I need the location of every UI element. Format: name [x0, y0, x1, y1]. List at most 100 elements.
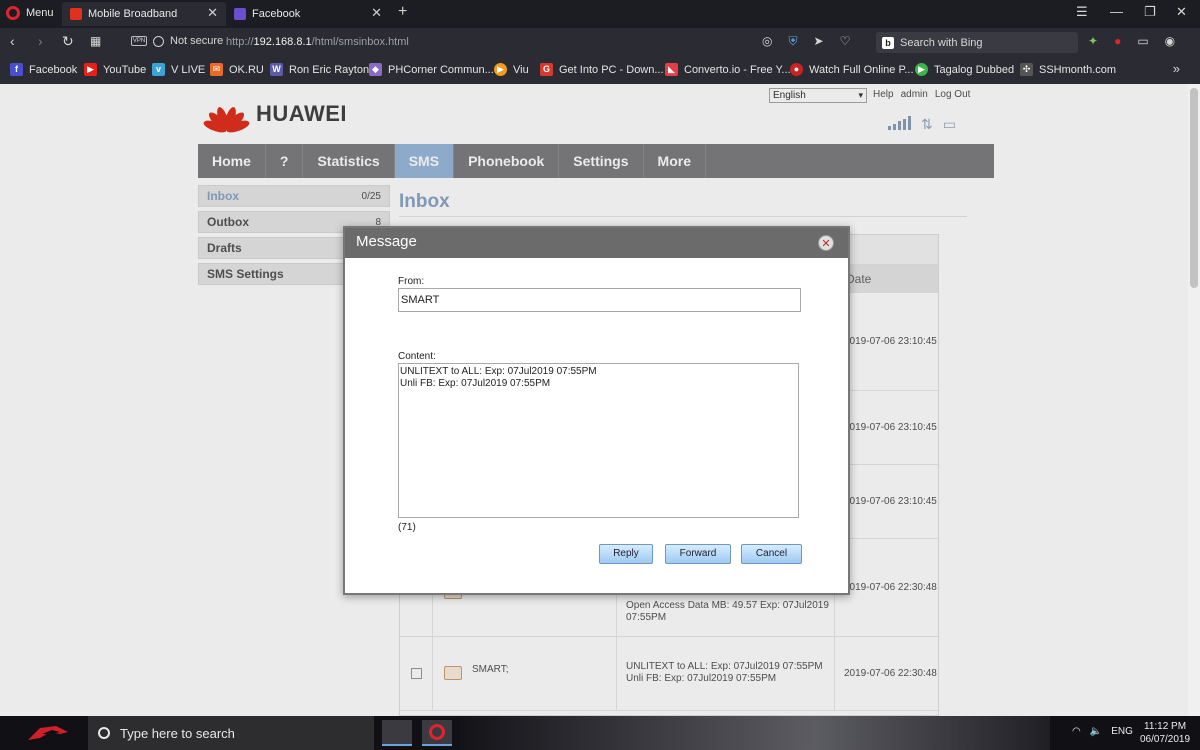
- forward-button[interactable]: Forward: [665, 544, 731, 564]
- bookmark-vlive[interactable]: v V LIVE: [152, 63, 205, 76]
- maximize-icon[interactable]: ❐: [1144, 4, 1156, 20]
- reload-icon[interactable]: ↻: [62, 33, 74, 50]
- close-icon[interactable]: ✕: [818, 235, 834, 251]
- bookmark-label: Facebook: [29, 63, 78, 76]
- taskbar-search-placeholder: Type here to search: [120, 725, 235, 741]
- from-label: From:: [398, 276, 425, 287]
- bookmark-sshmonth[interactable]: ✣ SSHmonth.com: [1020, 63, 1116, 76]
- bookmark-label: Ron Eric Rayton: [289, 63, 370, 76]
- security-indicator[interactable]: VPN Not secure: [131, 35, 223, 47]
- adblock-icon[interactable]: ⛨: [788, 34, 797, 49]
- bookmark-tagalog-dubbed[interactable]: ▶ Tagalog Dubbed: [915, 63, 1014, 76]
- bookmark-label: SSHmonth.com: [1039, 63, 1117, 76]
- file-app-icon[interactable]: [382, 720, 412, 746]
- bing-icon: b: [882, 36, 894, 49]
- bookmark-label: Get Into PC - Down...: [559, 63, 664, 76]
- extension-icon[interactable]: ✦: [1088, 34, 1098, 48]
- more-bookmarks-icon[interactable]: »: [1173, 61, 1180, 76]
- url-path: /html/smsinbox.html: [311, 36, 409, 48]
- bookmark-label: OK.RU: [229, 63, 264, 76]
- browser-tab-bar: Menu Mobile Broadband ✕ Facebook ✕ + ☰ —…: [0, 0, 1200, 28]
- web-page: HUAWEI English ▾ Help admin Log Out ⇅ ▭ …: [0, 84, 1200, 716]
- phcorner-icon: ◆: [369, 63, 382, 76]
- youtube-icon: ▶: [84, 63, 97, 76]
- bookmark-getintopc[interactable]: G Get Into PC - Down...: [540, 63, 664, 76]
- bookmarks-bar: f Facebook ▶ YouTube v V LIVE ✉ OK.RU W Ron E…: [0, 56, 1200, 84]
- globe-icon: [153, 35, 164, 47]
- easy-setup-icon[interactable]: ☰: [1076, 4, 1088, 20]
- wifi-icon[interactable]: ◠: [1072, 726, 1081, 737]
- tab-mobile-broadband[interactable]: Mobile Broadband ✕: [62, 2, 226, 26]
- vlive-icon: v: [152, 63, 165, 76]
- bookmark-converto[interactable]: ◣ Converto.io - Free Y...: [665, 63, 791, 76]
- bookmark-label: Viu: [513, 63, 529, 76]
- bookmark-facebook[interactable]: f Facebook: [10, 63, 77, 76]
- bookmark-heart-icon[interactable]: ♡: [840, 34, 851, 49]
- search-box[interactable]: b Search with Bing: [876, 32, 1078, 53]
- bookmark-label: Tagalog Dubbed: [934, 63, 1015, 76]
- scrollbar-thumb[interactable]: [1190, 88, 1198, 288]
- back-icon[interactable]: ‹: [10, 33, 15, 49]
- address-bar: ‹ › ↻ ▦ VPN Not secure http://192.168.8.…: [0, 28, 1200, 56]
- close-tab-icon[interactable]: ✕: [371, 5, 382, 21]
- converto-icon: ◣: [665, 63, 678, 76]
- ron-icon: W: [270, 63, 283, 76]
- tray-language[interactable]: ENG: [1111, 726, 1133, 737]
- account-icon[interactable]: ◉: [1165, 34, 1175, 48]
- tab-facebook[interactable]: Facebook ✕: [226, 2, 390, 26]
- menu-label: Menu: [26, 7, 54, 19]
- bookmark-okru[interactable]: ✉ OK.RU: [210, 63, 264, 76]
- opera-menu-button[interactable]: Menu: [6, 6, 54, 20]
- getintopc-icon: G: [540, 63, 553, 76]
- system-clock[interactable]: 11:12 PM 06/07/2019: [1140, 720, 1190, 746]
- search-icon: [98, 727, 110, 739]
- tagalog-icon: ▶: [915, 63, 928, 76]
- bookmark-watch-full-online[interactable]: ● Watch Full Online P...: [790, 63, 914, 76]
- bookmark-label: PHCorner Commun...: [388, 63, 494, 76]
- bookmark-ron-eric-rayton[interactable]: W Ron Eric Rayton: [270, 63, 369, 76]
- facebook-favicon-icon: [234, 8, 246, 20]
- bookmark-youtube[interactable]: ▶ YouTube: [84, 63, 146, 76]
- ssh-icon: ✣: [1020, 63, 1033, 76]
- bookmark-label: Converto.io - Free Y...: [684, 63, 791, 76]
- rog-start-icon[interactable]: [26, 722, 70, 744]
- message-dialog: Message ✕ From: SMART Content: UNLITEXT …: [343, 226, 850, 595]
- dialog-header: Message ✕: [345, 228, 848, 258]
- close-tab-icon[interactable]: ✕: [207, 5, 218, 21]
- okru-icon: ✉: [210, 63, 223, 76]
- opera-taskbar-icon[interactable]: [422, 720, 452, 746]
- battery-icon[interactable]: ▭: [1137, 34, 1148, 48]
- profile-icon[interactable]: ●: [1114, 34, 1121, 48]
- send-icon[interactable]: ➤: [814, 34, 824, 49]
- bookmark-label: YouTube: [103, 63, 147, 76]
- close-window-icon[interactable]: ✕: [1176, 4, 1187, 20]
- page-scrollbar[interactable]: [1188, 84, 1200, 716]
- snapshot-icon[interactable]: ◎: [762, 34, 772, 49]
- bookmark-label: V LIVE: [171, 63, 206, 76]
- new-tab-icon[interactable]: +: [398, 3, 407, 21]
- taskbar-search[interactable]: Type here to search: [88, 716, 374, 750]
- forward-icon[interactable]: ›: [38, 33, 43, 49]
- from-field[interactable]: SMART: [398, 288, 801, 312]
- taskbar-blur-strip: [460, 716, 1050, 750]
- speed-dial-icon[interactable]: ▦: [90, 34, 101, 48]
- watch-icon: ●: [790, 63, 803, 76]
- bookmark-phcorner[interactable]: ◆ PHCorner Commun...: [369, 63, 494, 76]
- minimize-icon[interactable]: —: [1110, 4, 1123, 19]
- url-field[interactable]: http://192.168.8.1/html/smsinbox.html: [226, 36, 409, 48]
- reply-button[interactable]: Reply: [599, 544, 653, 564]
- search-placeholder: Search with Bing: [900, 36, 983, 49]
- cancel-button[interactable]: Cancel: [741, 544, 802, 564]
- url-host: 192.168.8.1: [253, 36, 312, 48]
- vpn-icon[interactable]: VPN: [131, 36, 147, 46]
- clock-date: 06/07/2019: [1140, 734, 1191, 745]
- content-label: Content:: [398, 351, 436, 362]
- security-label: Not secure: [170, 35, 224, 47]
- content-textarea[interactable]: UNLITEXT to ALL: Exp: 07Jul2019 07:55PM …: [398, 363, 799, 518]
- volume-icon[interactable]: 🔈: [1090, 726, 1102, 737]
- bookmark-viu[interactable]: ▶ Viu: [494, 63, 529, 76]
- clock-time: 11:12 PM: [1144, 721, 1187, 732]
- bookmark-label: Watch Full Online P...: [809, 63, 914, 76]
- viu-icon: ▶: [494, 63, 507, 76]
- dialog-title: Message: [356, 233, 417, 250]
